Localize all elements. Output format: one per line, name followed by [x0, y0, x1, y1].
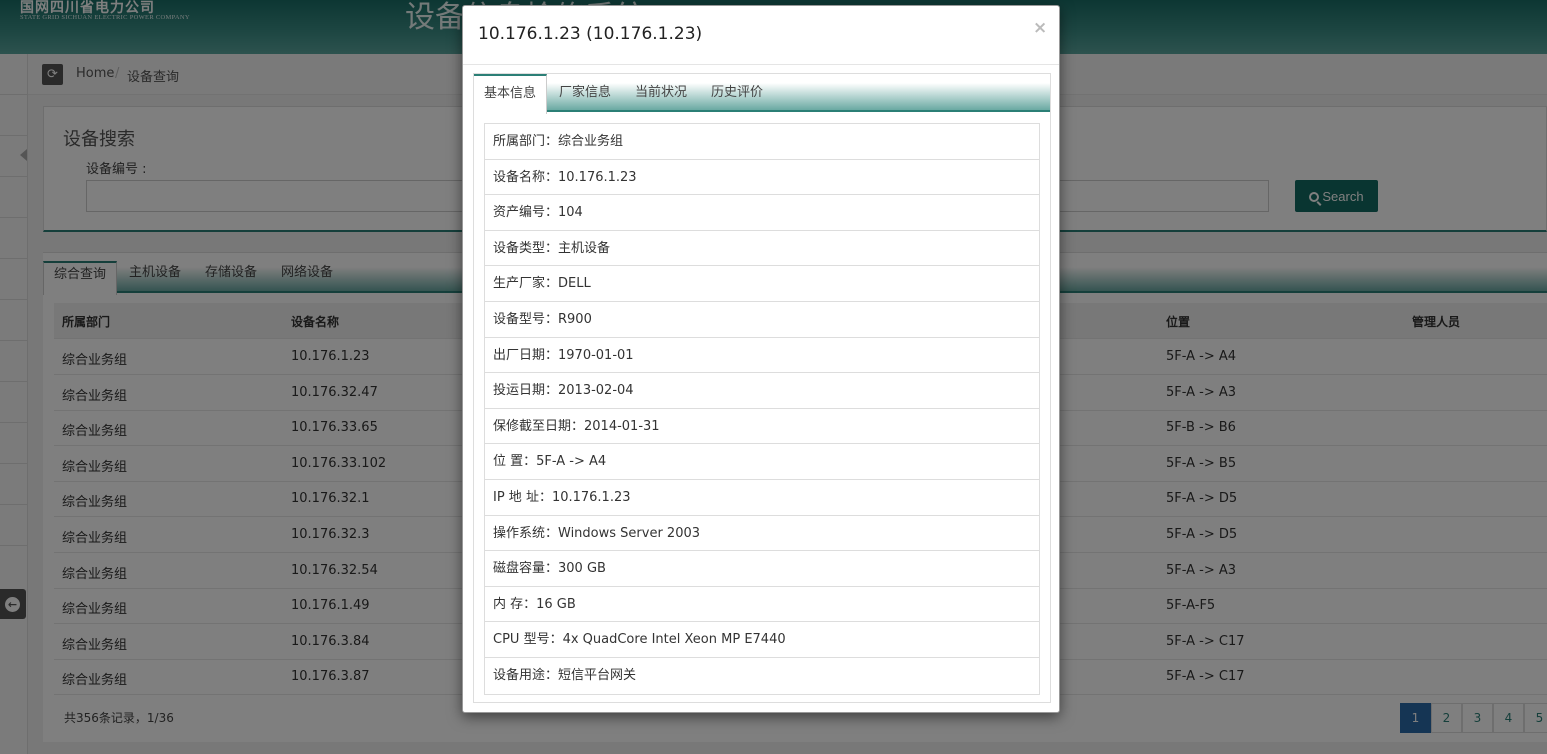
device-detail-modal: 10.176.1.23 (10.176.1.23) × 基本信息 厂家信息 当前…	[462, 5, 1060, 713]
info-row: 内 存：16 GB	[485, 587, 1039, 623]
info-row: 生产厂家：DELL	[485, 266, 1039, 302]
modal-title: 10.176.1.23 (10.176.1.23)	[478, 24, 703, 44]
info-row: 投运日期：2013-02-04	[485, 373, 1039, 409]
info-row: 所属部门：综合业务组	[485, 124, 1039, 160]
info-row: 出厂日期：1970-01-01	[485, 338, 1039, 374]
modal-tab-container: 基本信息 厂家信息 当前状况 历史评价 所属部门：综合业务组 设备名称：10.17…	[473, 73, 1051, 703]
modal-tabs: 基本信息 厂家信息 当前状况 历史评价	[474, 74, 1050, 114]
info-row: 资产编号：104	[485, 195, 1039, 231]
info-row: 磁盘容量：300 GB	[485, 551, 1039, 587]
close-icon[interactable]: ×	[1033, 18, 1047, 38]
info-row: 设备类型：主机设备	[485, 231, 1039, 267]
tab-history-evaluation[interactable]: 历史评价	[701, 74, 773, 112]
modal-divider	[463, 64, 1059, 65]
tab-basic-info[interactable]: 基本信息	[474, 74, 548, 114]
info-row: 设备名称：10.176.1.23	[485, 160, 1039, 196]
info-row: 设备用途：短信平台网关	[493, 667, 637, 683]
tab-current-status[interactable]: 当前状况	[625, 74, 697, 112]
info-row: CPU 型号：4x QuadCore Intel Xeon MP E7440	[485, 622, 1039, 658]
info-row: 位 置：5F-A -> A4	[485, 444, 1039, 480]
basic-info-table: 所属部门：综合业务组 设备名称：10.176.1.23 资产编号：104 设备类型：主…	[484, 123, 1040, 695]
info-row: 设备型号：R900	[485, 302, 1039, 338]
info-row: 保修截至日期：2014-01-31	[485, 409, 1039, 445]
info-row: 操作系统：Windows Server 2003	[485, 516, 1039, 552]
tab-vendor-info[interactable]: 厂家信息	[549, 74, 621, 112]
info-row: IP 地 址：10.176.1.23	[485, 480, 1039, 516]
